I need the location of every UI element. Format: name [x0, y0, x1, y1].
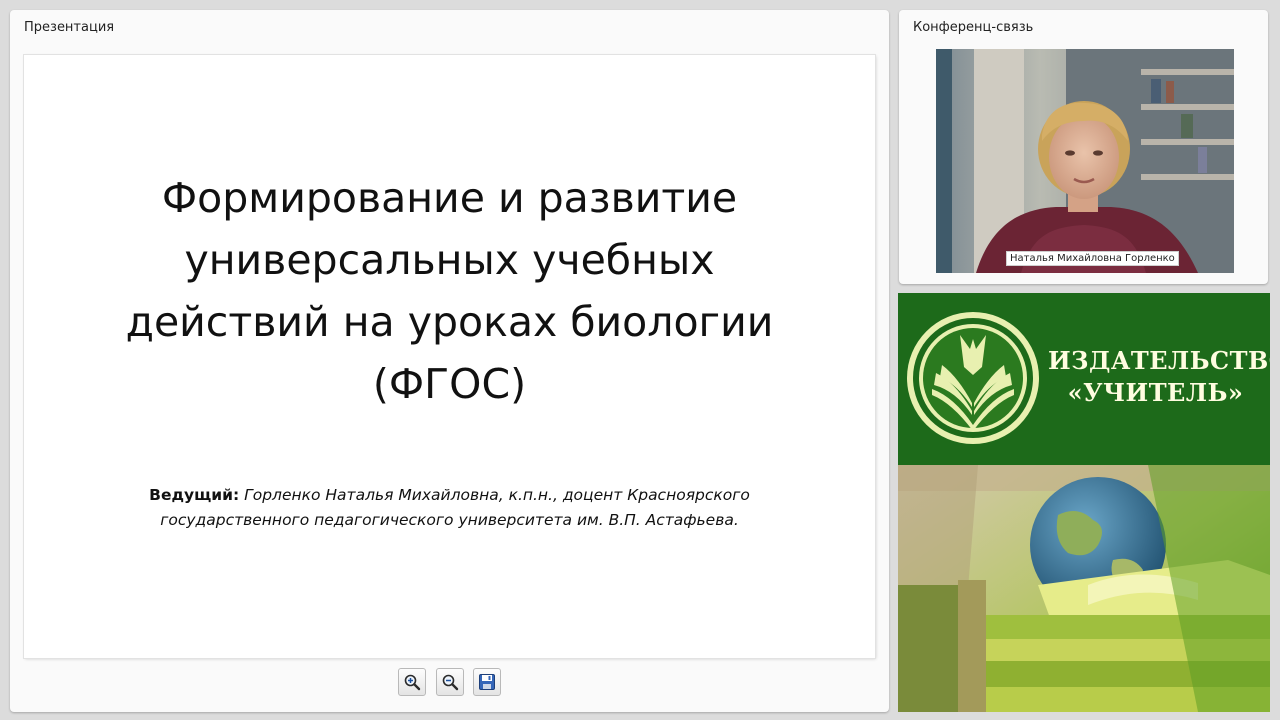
presenter-label: Ведущий:: [149, 486, 240, 504]
slide-toolbar: [10, 668, 889, 700]
zoom-in-button[interactable]: [398, 668, 427, 696]
presentation-panel: Презентация Формирование и развитие унив…: [10, 10, 889, 712]
publisher-name-line: ИЗДАТЕЛЬСТВО: [1048, 346, 1270, 375]
zoom-out-button[interactable]: [435, 668, 464, 696]
webcam-video[interactable]: Наталья Михайловна Горленко: [936, 49, 1234, 273]
floppy-disk-icon: [478, 674, 495, 690]
slide-presenter: Ведущий: Горленко Наталья Михайловна, к.…: [24, 483, 875, 533]
conference-panel-title: Конференц-связь: [913, 20, 1034, 35]
slide-title: Формирование и развитие универсальных уч…: [24, 167, 875, 415]
books-globe-image: [898, 465, 1270, 712]
participant-name-tag: Наталья Михайловна Горленко: [1006, 251, 1179, 266]
publisher-banner-image: [898, 465, 1270, 712]
save-button[interactable]: [472, 668, 501, 696]
webcam-image: [936, 49, 1234, 273]
presentation-panel-title: Презентация: [24, 20, 115, 35]
publisher-name-line: «УЧИТЕЛЬ»: [1067, 378, 1244, 407]
publisher-banner-header: ИЗДАТЕЛЬСТВО «УЧИТЕЛЬ»: [898, 293, 1270, 465]
presenter-line-2: государственного педагогического универс…: [24, 508, 875, 533]
zoom-in-icon: [405, 674, 421, 691]
slide-title-line: Формирование и развитие: [161, 174, 738, 222]
conference-panel: Конференц-связь Наталья Михайловна Горле…: [899, 10, 1268, 284]
slide: Формирование и развитие универсальных уч…: [24, 55, 875, 658]
publisher-name: ИЗДАТЕЛЬСТВО «УЧИТЕЛЬ»: [1048, 345, 1270, 409]
publisher-logo-icon: [907, 312, 1039, 444]
slide-title-line: (ФГОС): [372, 360, 527, 408]
publisher-banner: ИЗДАТЕЛЬСТВО «УЧИТЕЛЬ»: [898, 293, 1270, 712]
zoom-out-icon: [442, 674, 458, 691]
presenter-text-1: Горленко Наталья Михайловна, к.п.н., доц…: [244, 486, 750, 504]
slide-title-line: действий на уроках биологии: [125, 298, 774, 346]
presenter-text-2: государственного педагогического универс…: [160, 511, 739, 529]
presenter-line-1: Ведущий: Горленко Наталья Михайловна, к.…: [24, 483, 875, 508]
slide-title-line: универсальных учебных: [184, 236, 715, 284]
